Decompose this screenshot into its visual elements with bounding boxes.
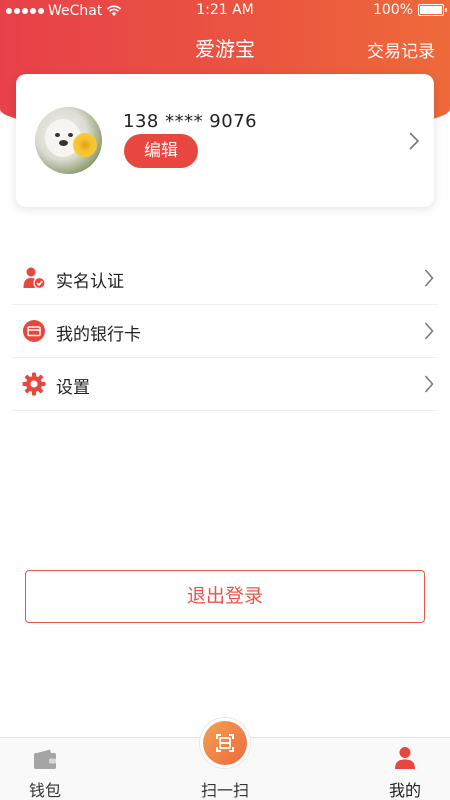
tab-wallet[interactable]: 钱包 [0,738,90,800]
battery-icon [418,4,447,16]
avatar[interactable] [35,107,102,174]
tab-label: 扫一扫 [200,781,249,800]
menu-item-real-name-verification[interactable]: 实名认证 [12,252,438,305]
scan-button[interactable] [203,721,247,765]
menu-item-label: 设置 [56,378,90,398]
bank-card-icon [23,320,45,342]
scan-icon [216,734,234,752]
logout-button[interactable]: 退出登录 [25,570,425,623]
chevron-right-icon [409,132,420,150]
tab-label: 我的 [388,781,421,800]
menu-item-bank-cards[interactable]: 我的银行卡 [12,305,438,358]
settings-menu: 实名认证 我的银行卡 设置 [12,252,438,411]
user-verify-icon [23,267,46,290]
chevron-right-icon [424,269,434,287]
status-right: 100% [372,2,447,18]
status-bar: WeChat 1:21 AM 100% [0,0,450,22]
profile-card[interactable]: 138 **** 9076 编辑 [16,74,434,207]
transaction-records-link[interactable]: 交易记录 [367,37,435,62]
battery-percent: 100% [372,2,413,18]
gear-icon [22,372,46,396]
menu-item-label: 实名认证 [56,272,124,292]
chevron-right-icon [424,375,434,393]
tab-label: 钱包 [28,781,61,800]
wallet-icon [34,749,56,769]
user-icon [395,747,415,769]
menu-item-label: 我的银行卡 [56,325,141,345]
tab-mine[interactable]: 我的 [360,738,450,800]
edit-profile-button[interactable]: 编辑 [124,134,198,168]
chevron-right-icon [424,322,434,340]
menu-item-settings[interactable]: 设置 [12,358,438,411]
phone-number: 138 **** 9076 [123,111,258,132]
